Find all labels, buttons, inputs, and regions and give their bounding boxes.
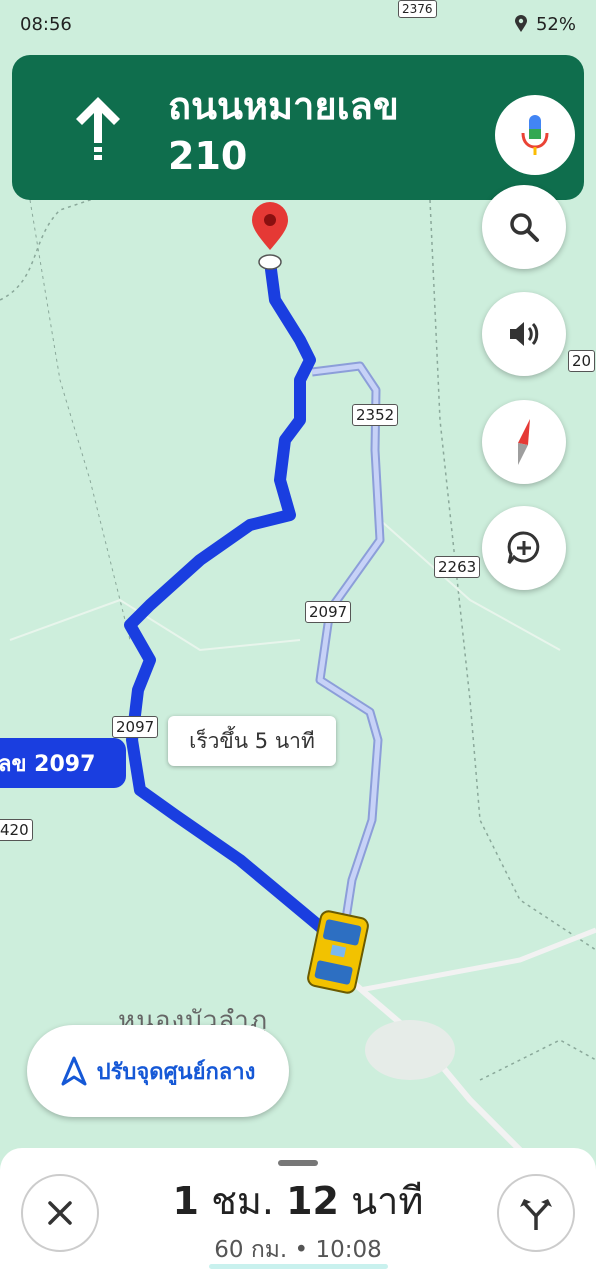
arrow-up-icon: [76, 97, 120, 160]
arrival-time: 10:08: [315, 1237, 382, 1263]
street-name-line2: 210: [168, 134, 248, 178]
search-button[interactable]: [482, 185, 566, 269]
status-time: 08:56: [20, 13, 72, 35]
street-name-line1: ถนนหมายเลข: [168, 84, 399, 128]
route-fork-icon: [520, 1199, 552, 1230]
add-report-button[interactable]: [482, 506, 566, 590]
road-label: 2352: [352, 404, 399, 426]
duration-minutes-unit: นาที: [351, 1179, 424, 1223]
navigation-arrow-icon: [61, 1056, 87, 1086]
road-label: 2263: [434, 556, 481, 578]
compass-button[interactable]: [482, 400, 566, 484]
road-label: 2097: [305, 601, 352, 623]
add-comment-icon: [507, 531, 540, 564]
road-label: 2376: [398, 0, 437, 18]
recenter-label: ปรับจุดศูนย์กลาง: [96, 1059, 256, 1085]
alternate-routes-button[interactable]: [497, 1174, 575, 1252]
trip-summary-sheet[interactable]: 1 ชม. 12 นาที 60 กม. • 10:08: [0, 1148, 596, 1280]
sheet-indicator: [209, 1264, 388, 1269]
duration-hours: 1: [172, 1179, 199, 1223]
current-road-badge: ลข 2097: [0, 738, 126, 788]
trip-separator: •: [294, 1237, 309, 1263]
battery-level: 52%: [535, 13, 576, 35]
road-label: 420: [0, 819, 33, 841]
town-area: [365, 1020, 455, 1080]
trip-distance: 60 กม.: [214, 1237, 288, 1263]
volume-icon: [510, 322, 539, 346]
recenter-button[interactable]: ปรับจุดศูนย์กลาง: [27, 1025, 289, 1117]
status-bar: 08:56 52%: [0, 0, 596, 48]
microphone-icon: [521, 115, 549, 155]
sheet-drag-handle[interactable]: [278, 1160, 318, 1166]
road-label: 20: [568, 350, 596, 372]
sound-button[interactable]: [482, 292, 566, 376]
location-pin-icon: [514, 15, 527, 32]
search-icon: [510, 213, 539, 242]
duration-hours-unit: ชม.: [211, 1179, 274, 1223]
duration-minutes: 12: [286, 1179, 339, 1223]
alternative-route-label[interactable]: เร็วขึ้น 5 นาที: [168, 716, 336, 766]
voice-search-button[interactable]: [495, 95, 575, 175]
road-label: 2097: [112, 716, 159, 738]
compass-icon: [518, 419, 530, 465]
navigation-instruction-banner[interactable]: ถนนหมายเลข 210: [12, 55, 584, 200]
